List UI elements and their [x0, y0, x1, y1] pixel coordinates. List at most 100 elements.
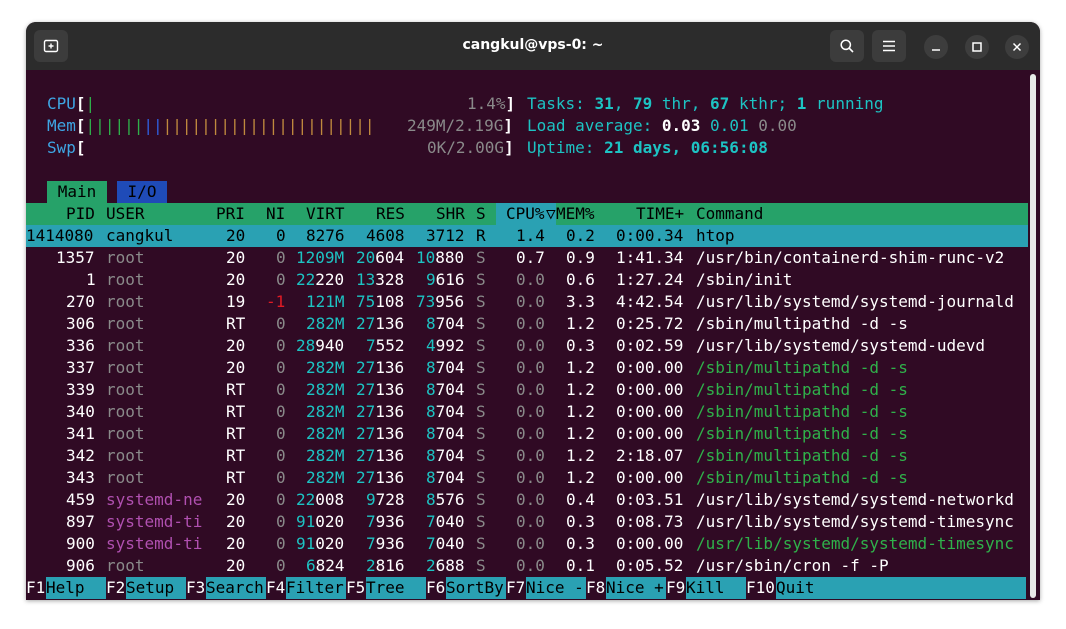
uptime-meter: Uptime: 21 days, 06:56:08: [527, 138, 768, 157]
cell-res: 9728: [366, 490, 405, 509]
cell-mem: 1.2: [566, 424, 595, 443]
cell-pri: 20: [226, 336, 246, 355]
cell-mem: 0.9: [566, 248, 595, 267]
column-header-virt[interactable]: VIRT: [306, 203, 345, 225]
search-icon: [840, 39, 854, 53]
cell-user: root: [106, 292, 145, 311]
mem-meter: Mem[||||||||||||||||||||||||||||||: [47, 116, 375, 135]
fkey-f10[interactable]: F10: [746, 577, 775, 599]
cell-virt: 91020: [296, 534, 345, 553]
cell-pid: 306: [66, 314, 95, 333]
cell-ni: 0: [276, 534, 286, 553]
cell-user: root: [106, 248, 145, 267]
cell-pri: 20: [226, 556, 246, 575]
fkey-label-nice[interactable]: Nice -: [526, 577, 586, 599]
cell-s: S: [476, 490, 486, 509]
cell-mem: 1.2: [566, 380, 595, 399]
cell-cpu: 0.0: [516, 336, 545, 355]
swp-meter: Swp[: [47, 138, 86, 157]
column-header-user[interactable]: USER: [106, 203, 145, 225]
fkey-f2[interactable]: F2: [106, 577, 125, 599]
fkey-label-filter[interactable]: Filter: [286, 577, 346, 599]
tab-main[interactable]: Main: [47, 181, 107, 203]
cell-res: 7936: [366, 512, 405, 531]
maximize-button[interactable]: [965, 35, 989, 59]
cell-time: 0:00.34: [616, 226, 684, 245]
cell-user: root: [106, 270, 145, 289]
cell-s: S: [476, 292, 486, 311]
fkey-label-search[interactable]: Search: [206, 577, 266, 599]
cell-s: S: [476, 534, 486, 553]
column-header-pri[interactable]: PRI: [216, 203, 245, 225]
cell-virt: 91020: [296, 512, 345, 531]
cell-s: S: [476, 512, 486, 531]
cell-user: root: [106, 314, 145, 333]
cell-ni: 0: [276, 512, 286, 531]
cell-res: 2816: [366, 556, 405, 575]
fkey-f3[interactable]: F3: [186, 577, 205, 599]
fkey-f9[interactable]: F9: [666, 577, 685, 599]
fkey-f6[interactable]: F6: [426, 577, 445, 599]
mem-bar-buffers: ||: [143, 116, 163, 135]
tab-io[interactable]: I/O: [117, 181, 167, 203]
fkey-label-sortby[interactable]: SortBy: [446, 577, 506, 599]
column-header-mem[interactable]: MEM%: [556, 203, 595, 225]
column-header-command[interactable]: Command: [696, 203, 763, 225]
column-header-s[interactable]: S: [476, 203, 486, 225]
cell-shr: 8704: [426, 380, 465, 399]
cell-mem: 0.2: [566, 226, 595, 245]
cell-user: root: [106, 556, 145, 575]
fkey-label-quit[interactable]: Quit: [776, 577, 1026, 599]
cell-pid: 897: [66, 512, 95, 531]
fkey-label-nice[interactable]: Nice +: [606, 577, 666, 599]
cell-res: 4608: [366, 226, 405, 245]
search-button[interactable]: [830, 30, 864, 62]
cell-cmd: /usr/lib/systemd/systemd-timesync: [696, 534, 1014, 553]
cell-cpu: 0.7: [516, 248, 545, 267]
cell-mem: 1.2: [566, 402, 595, 421]
swp-label: Swp: [47, 138, 76, 157]
column-header-ni[interactable]: NI: [266, 203, 285, 225]
cell-res: 7936: [366, 534, 405, 553]
cell-ni: 0: [276, 424, 286, 443]
minimize-icon: [932, 49, 940, 51]
fkey-label-kill[interactable]: Kill: [686, 577, 746, 599]
fkey-label-tree[interactable]: Tree: [366, 577, 426, 599]
cell-cpu: 0.0: [516, 446, 545, 465]
fkey-f8[interactable]: F8: [586, 577, 605, 599]
fkey-f1[interactable]: F1: [26, 577, 45, 599]
column-header-cpu[interactable]: CPU%: [506, 203, 545, 225]
cell-ni: 0: [276, 270, 286, 289]
cell-pri: RT: [226, 446, 246, 465]
scrollbar[interactable]: [1030, 74, 1036, 598]
fkey-f5[interactable]: F5: [346, 577, 365, 599]
minimize-button[interactable]: [924, 35, 948, 59]
cell-res: 27136: [356, 402, 405, 421]
cell-shr: 8704: [426, 402, 465, 421]
cell-cpu: 0.0: [516, 424, 545, 443]
cell-mem: 0.6: [566, 270, 595, 289]
menu-button[interactable]: [872, 30, 906, 62]
cell-cmd: /usr/sbin/cron -f -P: [696, 556, 889, 575]
column-header-time[interactable]: TIME+: [636, 203, 684, 225]
cell-shr: 8704: [426, 468, 465, 487]
cell-pid: 341: [66, 424, 95, 443]
close-icon: [1012, 42, 1022, 52]
cell-s: S: [476, 270, 486, 289]
cpu-label: CPU: [47, 94, 76, 113]
fkey-label-help[interactable]: Help: [46, 577, 106, 599]
column-header-pid[interactable]: PID: [66, 203, 95, 225]
cell-time: 0:00.00: [616, 358, 684, 377]
fkey-label-setup[interactable]: Setup: [126, 577, 186, 599]
fkey-f7[interactable]: F7: [506, 577, 525, 599]
cell-ni: 0: [276, 226, 286, 245]
fkey-f4[interactable]: F4: [266, 577, 285, 599]
close-button[interactable]: [1005, 35, 1029, 59]
cell-res: 27136: [356, 314, 405, 333]
cell-virt: 282M: [306, 424, 345, 443]
cell-shr: 2688: [426, 556, 465, 575]
column-header-res[interactable]: RES: [376, 203, 405, 225]
terminal-area[interactable]: CPU[| 1.4%] Mem[||||||||||||||||||||||||…: [26, 70, 1040, 600]
column-header-shr[interactable]: SHR: [436, 203, 465, 225]
cell-user: root: [106, 446, 145, 465]
